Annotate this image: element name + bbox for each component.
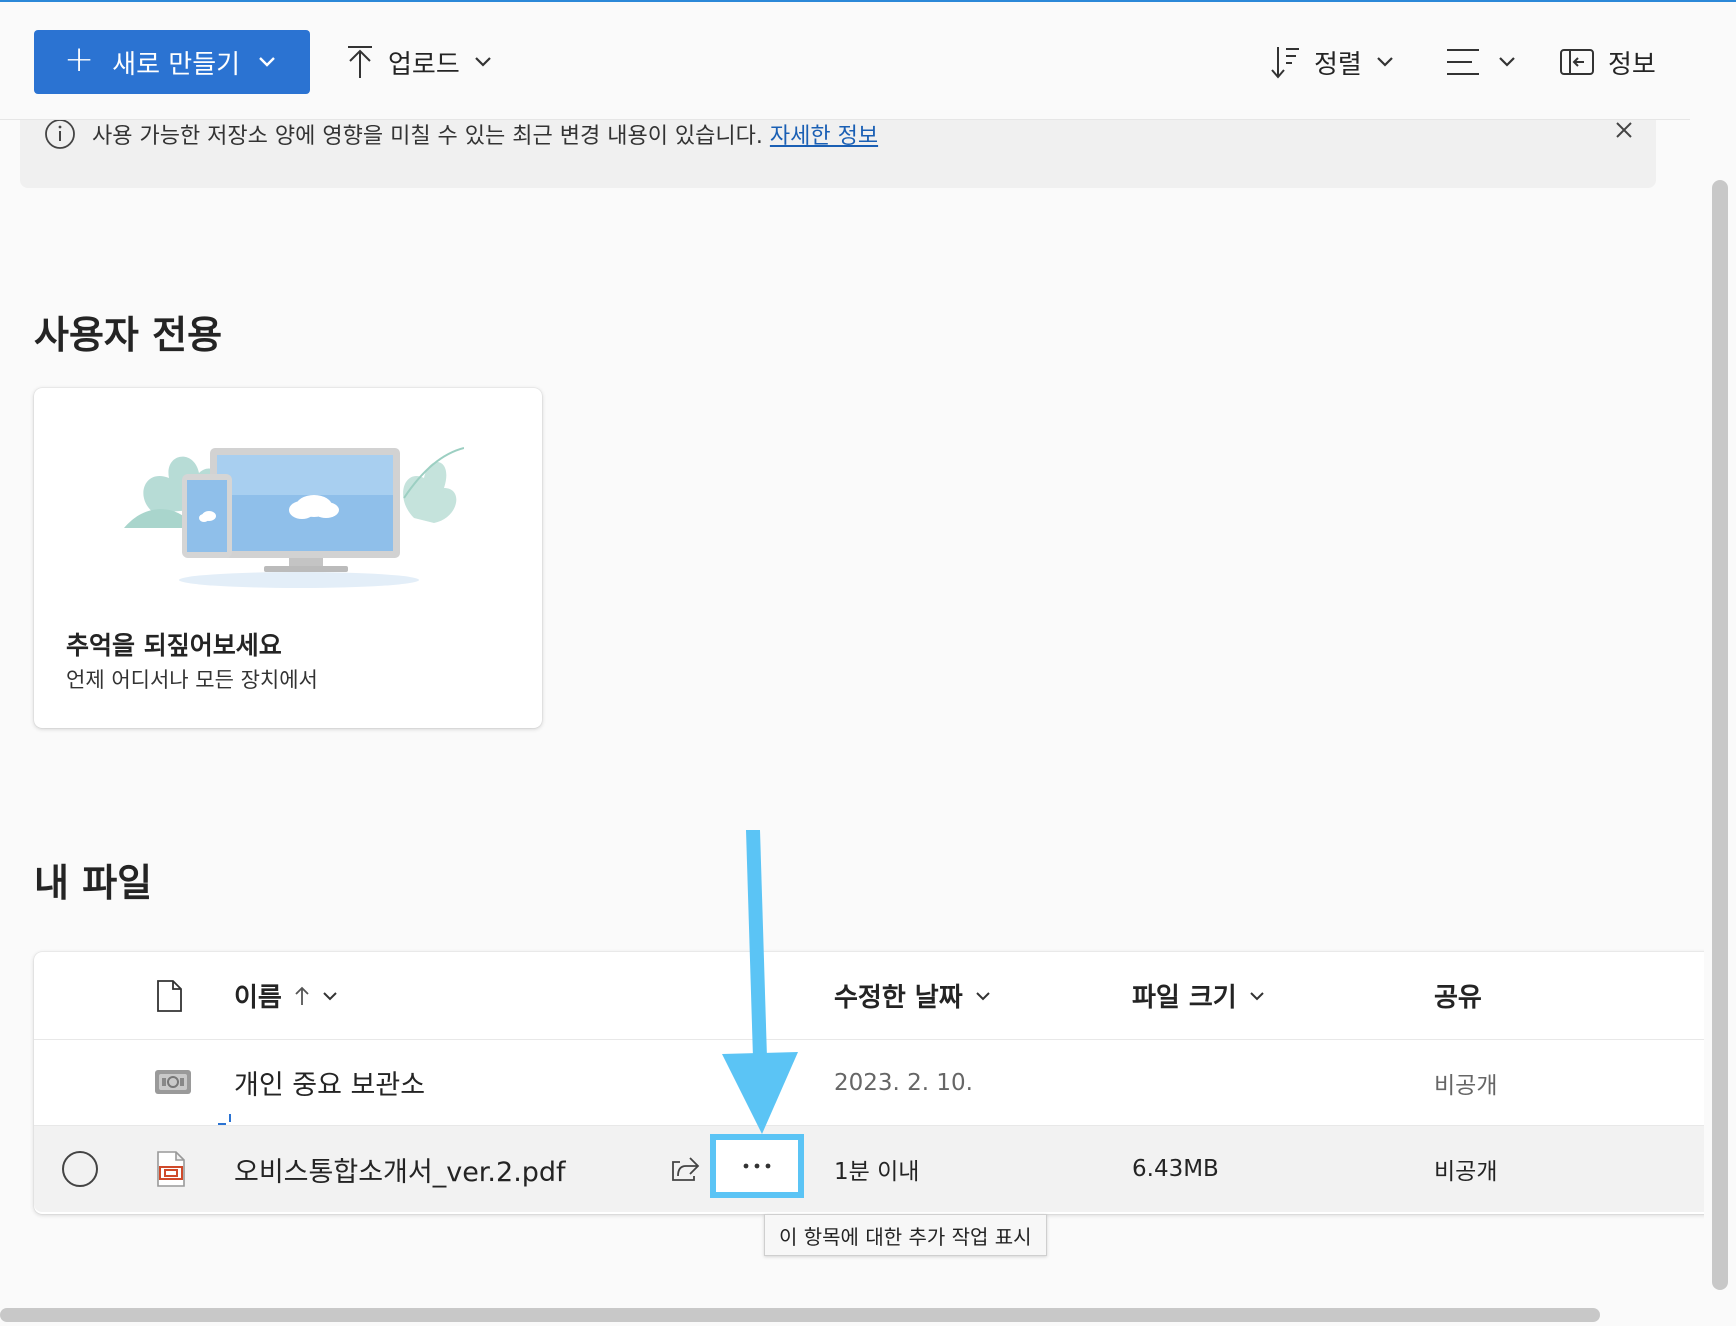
vault-icon bbox=[154, 1040, 192, 1125]
upload-arrow-icon bbox=[346, 45, 374, 79]
name-column-label: 이름 bbox=[234, 983, 282, 1013]
new-button[interactable]: + 새로 만들기 bbox=[34, 30, 310, 94]
file-name[interactable]: 오비스통합소개서_ver.2.pdf bbox=[234, 1126, 566, 1212]
command-bar: + 새로 만들기 업로드 정렬 정보 bbox=[0, 2, 1690, 120]
table-row[interactable]: 개인 중요 보관소 2023. 2. 10. 비공개 bbox=[34, 1040, 1736, 1126]
sort-ascending-icon bbox=[294, 986, 310, 1006]
more-icon bbox=[743, 1163, 771, 1169]
banner-message: 사용 가능한 저장소 양에 영향을 미칠 수 있는 최근 변경 내용이 있습니다… bbox=[92, 118, 878, 150]
row-select-radio[interactable] bbox=[62, 1126, 98, 1212]
info-icon bbox=[44, 118, 76, 150]
card-title: 추억을 되짚어보세요 bbox=[66, 631, 282, 660]
file-list-header: 이름 수정한 날짜 파일 크기 공유 bbox=[34, 952, 1736, 1040]
share-icon[interactable] bbox=[670, 1126, 700, 1212]
size-column-header[interactable]: 파일 크기 bbox=[1132, 952, 1265, 1039]
scrollbar-thumb[interactable] bbox=[0, 1308, 1600, 1322]
chevron-down-icon bbox=[322, 991, 338, 1001]
upload-label: 업로드 bbox=[388, 49, 460, 80]
chevron-down-icon bbox=[474, 56, 492, 68]
file-name[interactable]: 개인 중요 보관소 bbox=[234, 1040, 425, 1125]
name-column-header[interactable]: 이름 bbox=[234, 952, 338, 1039]
close-icon[interactable] bbox=[1614, 120, 1634, 140]
radio-circle bbox=[62, 1151, 98, 1187]
plus-icon: + bbox=[64, 39, 95, 80]
sort-button[interactable]: 정렬 bbox=[1270, 32, 1394, 92]
onedrive-page: + 새로 만들기 업로드 정렬 정보 사용 가능한 저장소 양에 영향을 미칠 … bbox=[0, 0, 1736, 1326]
card-subtitle: 언제 어디서나 모든 장치에서 bbox=[66, 668, 318, 692]
view-options-button[interactable] bbox=[1446, 32, 1516, 92]
more-actions-tooltip: 이 항목에 대한 추가 작업 표시 bbox=[764, 1214, 1047, 1256]
devices-cloud-illustration bbox=[124, 428, 464, 598]
vertical-scrollbar[interactable] bbox=[1704, 120, 1736, 1300]
pdf-file-icon bbox=[156, 1126, 186, 1212]
memories-card[interactable]: 추억을 되짚어보세요 언제 어디서나 모든 장치에서 bbox=[34, 388, 542, 728]
chevron-down-icon bbox=[258, 56, 276, 68]
sort-label: 정렬 bbox=[1314, 49, 1362, 80]
info-label: 정보 bbox=[1608, 49, 1656, 80]
sort-icon bbox=[1270, 45, 1300, 79]
details-pane-icon bbox=[1560, 49, 1594, 75]
scrollbar-thumb[interactable] bbox=[1712, 180, 1728, 1290]
annotation-arrow-icon bbox=[720, 828, 800, 1138]
learn-more-link[interactable]: 자세한 정보 bbox=[770, 124, 878, 149]
chevron-down-icon bbox=[975, 991, 991, 1001]
size-column-label: 파일 크기 bbox=[1132, 983, 1237, 1013]
chevron-down-icon bbox=[1376, 56, 1394, 68]
file-icon bbox=[156, 979, 182, 1012]
horizontal-scrollbar[interactable] bbox=[0, 1300, 1736, 1326]
new-item-sparkle-icon bbox=[216, 1112, 236, 1132]
modified-date: 2023. 2. 10. bbox=[834, 1069, 973, 1096]
my-files-heading: 내 파일 bbox=[34, 861, 153, 905]
new-button-label: 새로 만들기 bbox=[112, 49, 241, 80]
chevron-down-icon bbox=[1249, 991, 1265, 1001]
sharing-status: 비공개 bbox=[1434, 1072, 1498, 1099]
more-actions-button[interactable] bbox=[710, 1134, 804, 1198]
upload-button[interactable]: 업로드 bbox=[346, 32, 492, 92]
table-row[interactable]: 오비스통합소개서_ver.2.pdf 1분 이내 6.43MB 비공개 bbox=[34, 1114, 1736, 1212]
for-you-heading: 사용자 전용 bbox=[34, 313, 223, 357]
chevron-down-icon bbox=[1498, 56, 1516, 68]
modified-column-label: 수정한 날짜 bbox=[834, 983, 963, 1013]
modified-column-header[interactable]: 수정한 날짜 bbox=[834, 952, 991, 1039]
file-list: 이름 수정한 날짜 파일 크기 공유 개인 중요 보관소 2023. 2. 10… bbox=[34, 952, 1736, 1214]
file-type-column-header[interactable] bbox=[156, 952, 182, 1039]
sharing-column-header[interactable]: 공유 bbox=[1434, 952, 1482, 1039]
list-view-icon bbox=[1446, 48, 1480, 76]
modified-date: 1분 이내 bbox=[834, 1159, 920, 1185]
info-pane-button[interactable]: 정보 bbox=[1560, 32, 1670, 92]
sharing-status: 비공개 bbox=[1434, 1159, 1498, 1185]
file-size: 6.43MB bbox=[1132, 1156, 1219, 1182]
sharing-column-label: 공유 bbox=[1434, 983, 1482, 1013]
banner-text: 사용 가능한 저장소 양에 영향을 미칠 수 있는 최근 변경 내용이 있습니다… bbox=[92, 124, 763, 149]
